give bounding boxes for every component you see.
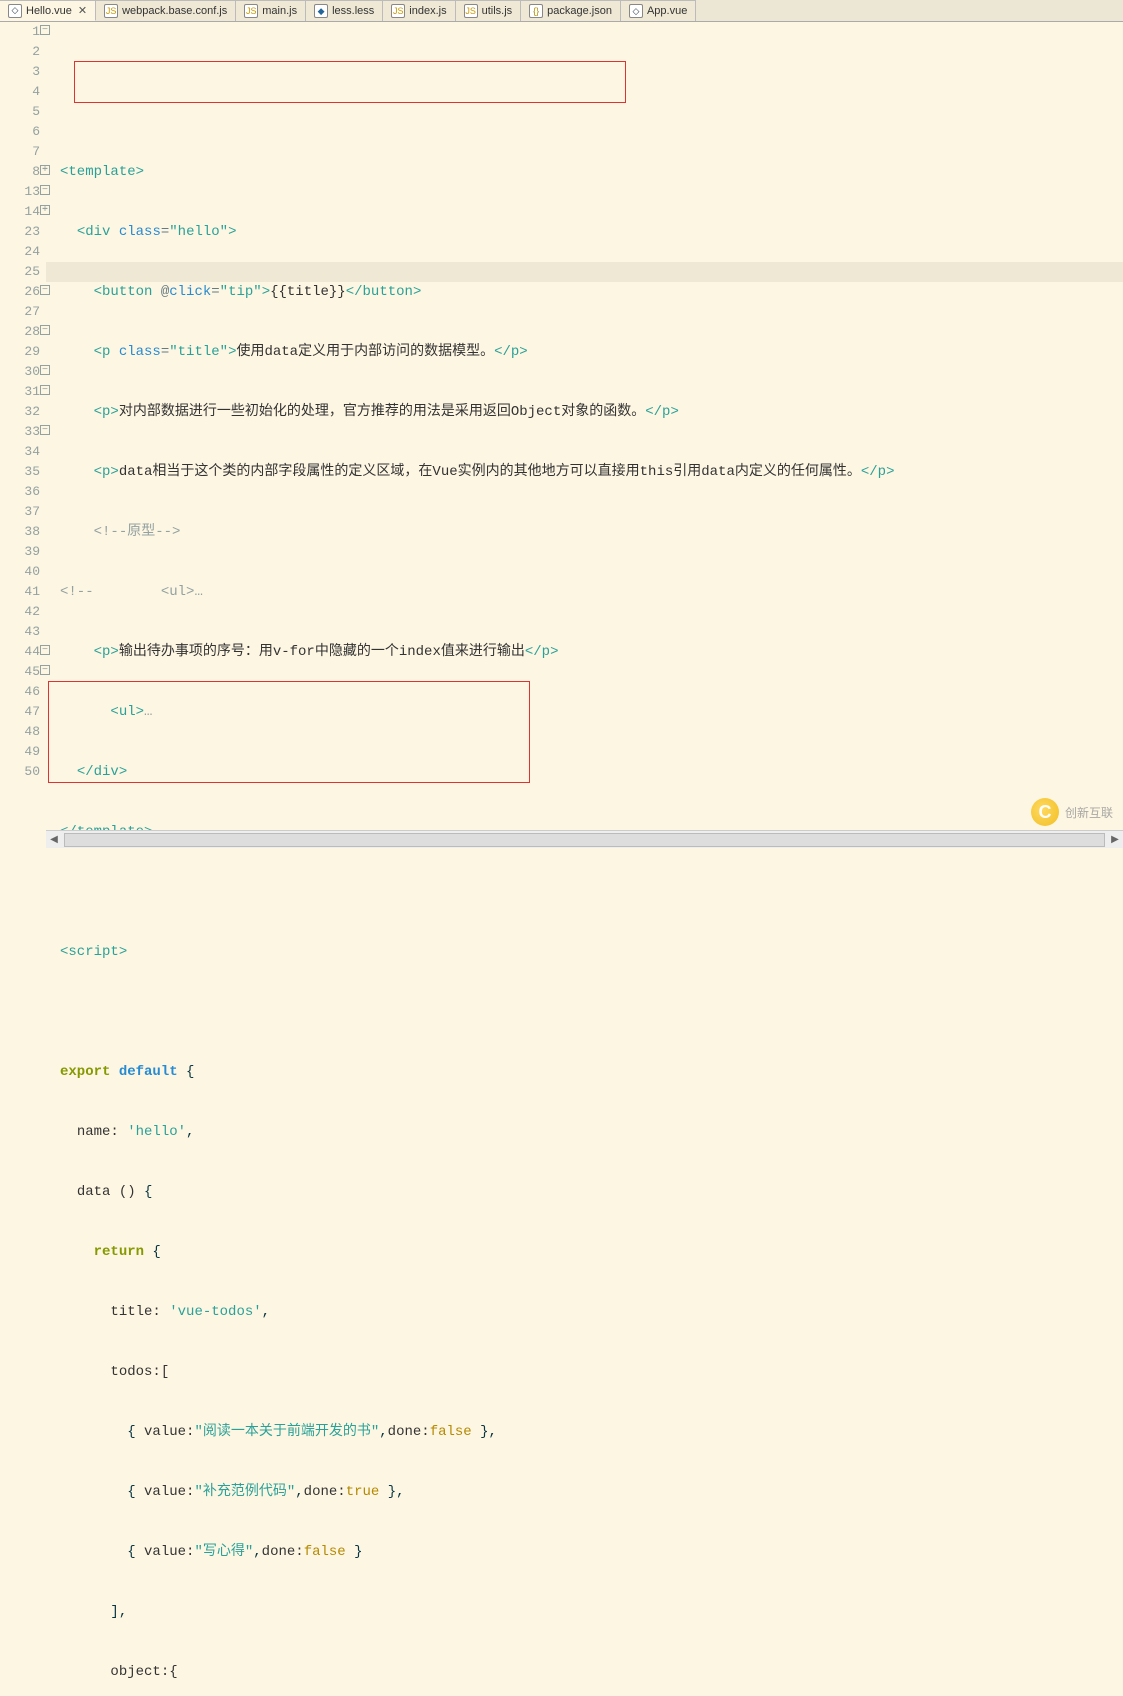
tab-label: index.js [409,5,446,17]
code-area[interactable]: <template> <div class="hello"> <button @… [46,22,1123,830]
scroll-thumb[interactable] [64,833,1105,847]
tab-label: package.json [547,5,612,17]
js-icon: JS [464,4,478,18]
tab-bar: ◇ Hello.vue ✕ JS webpack.base.conf.js JS mai… [0,0,1123,22]
watermark-text: 创新互联 [1065,804,1113,821]
watermark: C 创新互联 [1031,798,1113,826]
js-icon: JS [244,4,258,18]
horizontal-scrollbar[interactable]: ◀ ▶ [46,830,1123,848]
tab-main-js[interactable]: JS main.js [236,0,306,21]
line-gutter: 1−2345678−+13−14−+23242526−2728−2930−31−… [0,22,46,830]
tab-label: Hello.vue [26,5,72,17]
watermark-logo-icon: C [1031,798,1059,826]
tab-index-js[interactable]: JS index.js [383,0,455,21]
tab-utils-js[interactable]: JS utils.js [456,0,522,21]
json-icon: {} [529,4,543,18]
close-icon[interactable]: ✕ [78,4,87,17]
scroll-left-icon[interactable]: ◀ [46,834,62,846]
tab-hello-vue[interactable]: ◇ Hello.vue ✕ [0,0,96,21]
vue-icon: ◇ [629,4,643,18]
code-editor[interactable]: 1−2345678−+13−14−+23242526−2728−2930−31−… [0,22,1123,830]
vue-icon: ◇ [8,4,22,18]
scroll-right-icon[interactable]: ▶ [1107,834,1123,846]
tab-webpack[interactable]: JS webpack.base.conf.js [96,0,236,21]
js-icon: JS [104,4,118,18]
tab-package-json[interactable]: {} package.json [521,0,621,21]
js-icon: JS [391,4,405,18]
tab-less[interactable]: ◆ less.less [306,0,383,21]
tab-label: less.less [332,5,374,17]
highlight-box-1 [74,61,626,103]
less-icon: ◆ [314,4,328,18]
tab-app-vue[interactable]: ◇ App.vue [621,0,696,21]
tab-label: utils.js [482,5,513,17]
tab-label: App.vue [647,5,687,17]
tab-label: webpack.base.conf.js [122,5,227,17]
tab-label: main.js [262,5,297,17]
